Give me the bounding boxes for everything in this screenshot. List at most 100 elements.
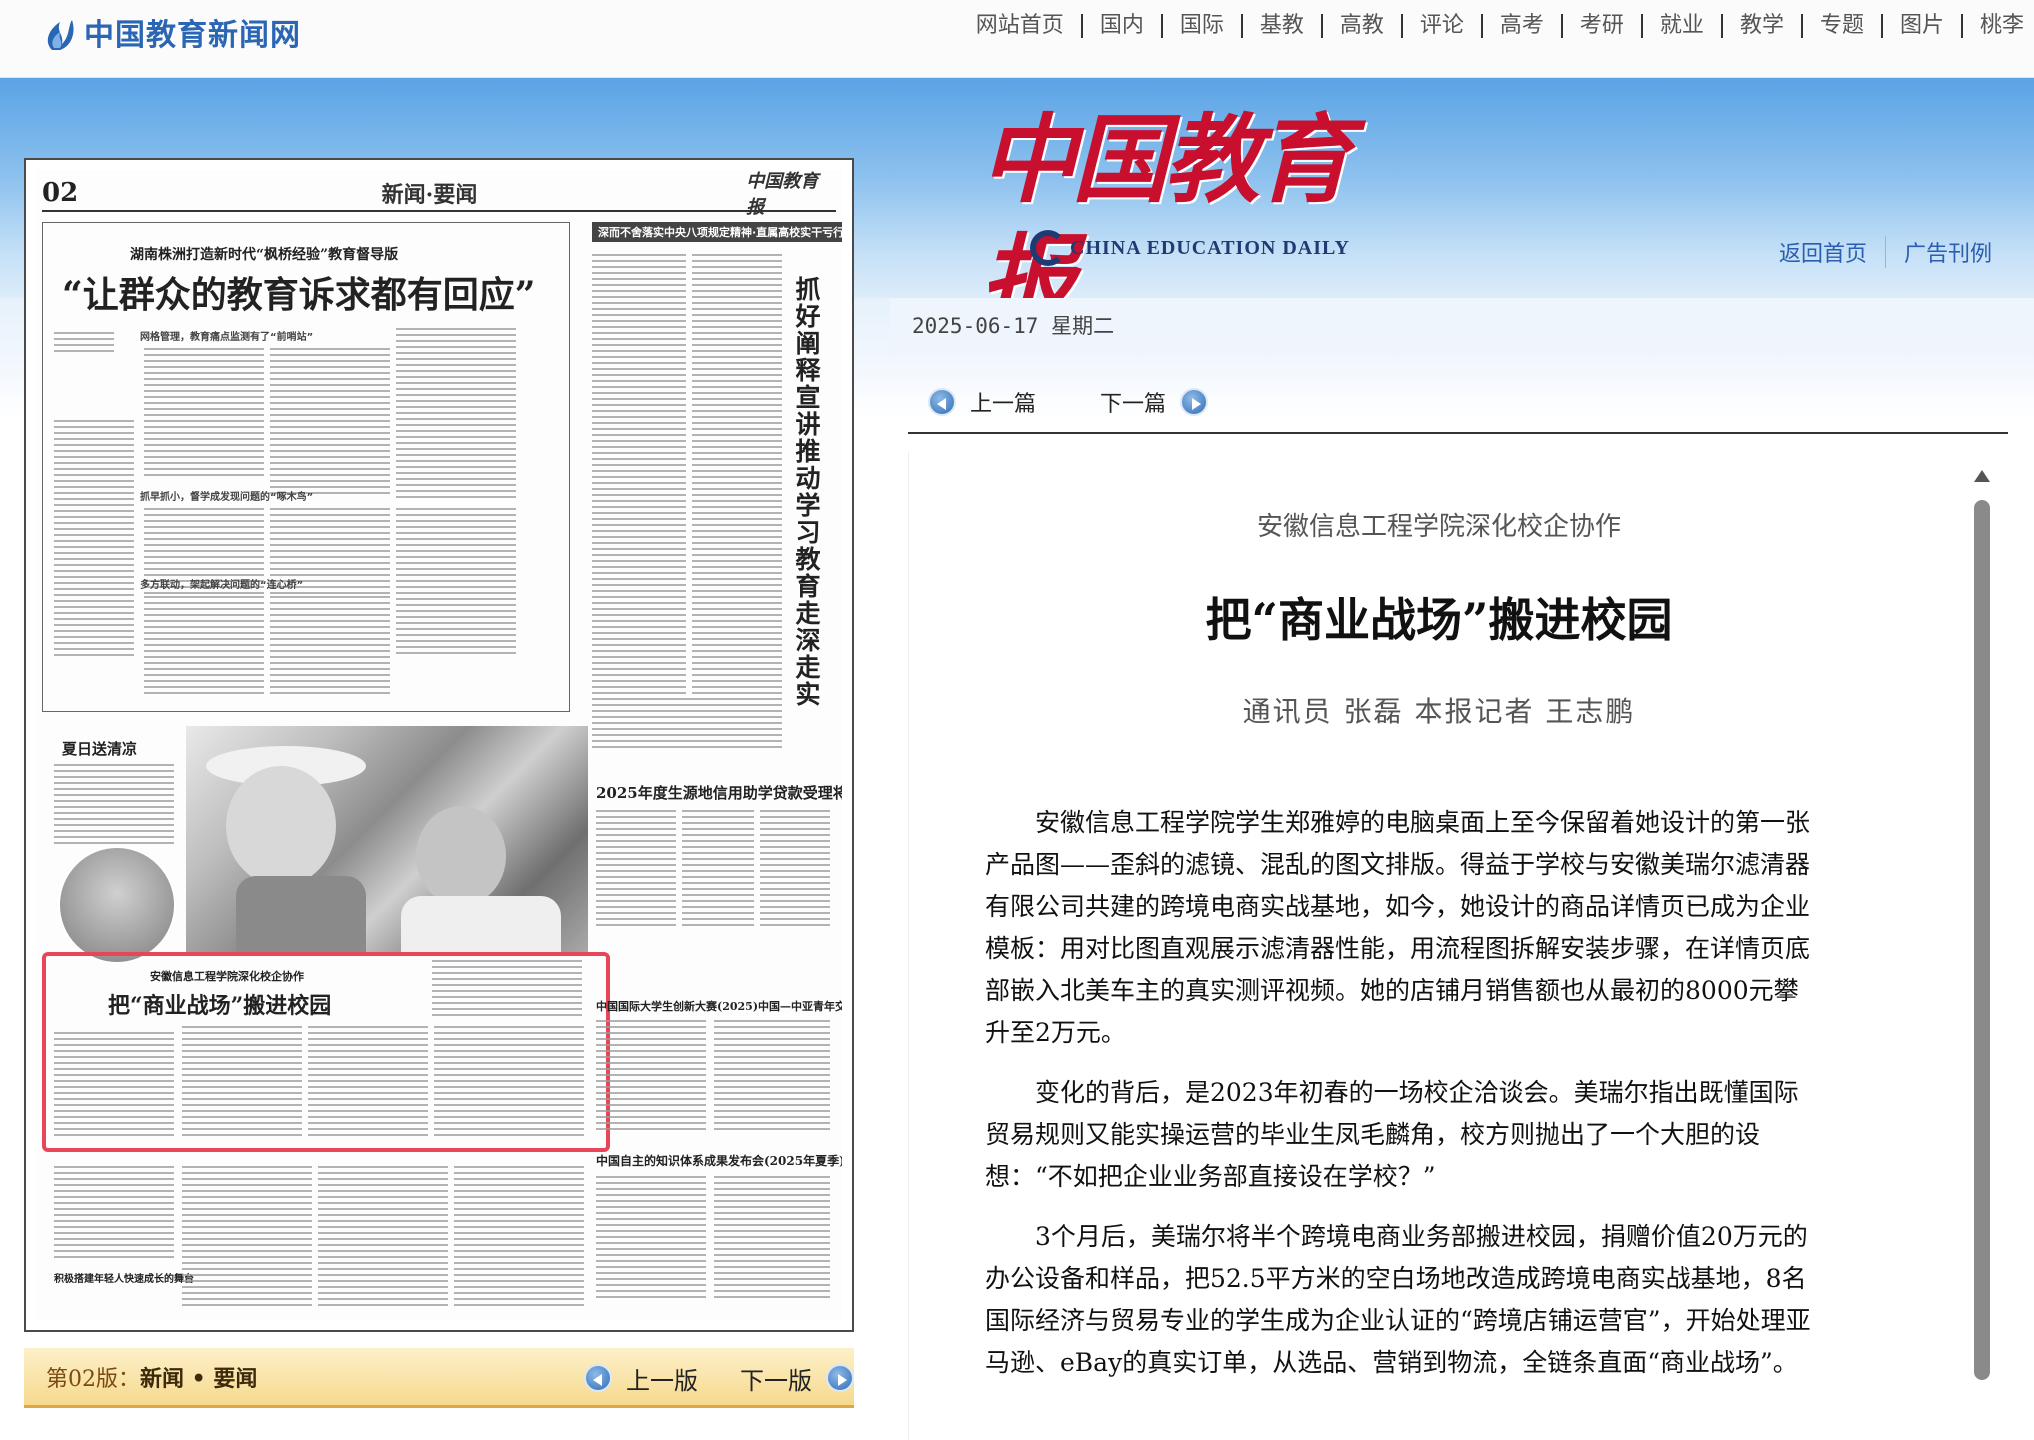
- arrow-left-icon: [584, 1364, 612, 1392]
- page-number: 02: [42, 178, 79, 208]
- story-1-col-h: [270, 596, 390, 696]
- story-2-text-c: [760, 810, 830, 930]
- page-header: 02 新闻·要闻 中国教育报: [42, 171, 836, 218]
- masthead-title-en: CHINA EDUCATION DAILY: [1030, 230, 1350, 266]
- masthead-links: 返回首页 广告刊例: [1761, 236, 1992, 268]
- highlight-story-box[interactable]: [42, 952, 610, 1152]
- vertical-headline[interactable]: 抓好阐释宣讲 推动学习教育走深走实: [788, 276, 828, 708]
- nav-item-commentary[interactable]: 评论: [1403, 14, 1483, 38]
- nav-item-basic-education[interactable]: 基教: [1243, 14, 1323, 38]
- article-subtitle: 安徽信息工程学院深化校企协作: [1256, 512, 1621, 542]
- story-2-text-b: [682, 810, 754, 930]
- arrow-left-icon: [928, 388, 956, 416]
- photo-face-2: [416, 806, 506, 906]
- story-1-subhead-2: 抓早抓小，督学成发现问题的“啄木鸟”: [140, 492, 314, 503]
- page-label: 第02版：新闻 • 要闻: [46, 1361, 257, 1393]
- right-column-text-b: [692, 254, 782, 694]
- next-article-label: 下一篇: [1100, 392, 1167, 417]
- nav-item-gaokao[interactable]: 高考: [1483, 14, 1563, 38]
- article-title: 把“商业战场”搬进校园: [1205, 593, 1673, 647]
- nav-item-international[interactable]: 国际: [1163, 14, 1243, 38]
- top-nav: 网站首页 国内 国际 基教 高教 评论 高考 考研 就业 教学 专题 图片 桃李: [959, 14, 2024, 38]
- nav-item-employment[interactable]: 就业: [1643, 14, 1723, 38]
- nav-item-kaoyan[interactable]: 考研: [1563, 14, 1643, 38]
- site-logo[interactable]: 中国教育新闻网: [42, 10, 301, 54]
- article-nav: 上一篇 下一篇: [908, 372, 2008, 434]
- bottom-text-b: [182, 1166, 312, 1306]
- nav-item-teaching[interactable]: 教学: [1723, 14, 1803, 38]
- story-1-col-left: [54, 420, 134, 660]
- story-2-title[interactable]: 2025年度生源地信用助学贷款受理将启动: [596, 782, 842, 803]
- newspaper-masthead: 中国教育报 CHINA EDUCATION DAILY: [980, 100, 1380, 336]
- story-4-text-a: [596, 1176, 706, 1302]
- article-body: 安徽信息工程学院学生郑雅婷的电脑桌面上至今保留着她设计的第一张产品图——歪斜的滤…: [985, 802, 1823, 1402]
- logo-flame-icon: [47, 20, 74, 50]
- story-3-text-a: [596, 1020, 706, 1130]
- page-nav-bar: 第02版：新闻 • 要闻 上一版 下一版: [24, 1348, 854, 1408]
- next-page-button[interactable]: 下一版: [740, 1361, 854, 1396]
- bottom-text-d: [454, 1166, 584, 1306]
- bottom-text-a: [54, 1166, 174, 1262]
- photo-caption-text: [54, 764, 174, 844]
- right-column-banner: 深而不舍落实中央八项规定精神·直属高校实干亏行: [592, 222, 842, 242]
- story-4-title[interactable]: 中国自主的知识体系成果发布会(2025年夏季)举行: [596, 1152, 842, 1169]
- story-5-title[interactable]: 积极搭建年轻人快速成长的舞台: [54, 1270, 194, 1285]
- prev-page-label: 上一版: [626, 1366, 698, 1395]
- arrow-right-icon: [826, 1364, 854, 1392]
- story-1-col-c: [396, 328, 516, 498]
- issue-date: 2025-06-17 星期二: [912, 314, 1115, 338]
- scrollbar-thumb[interactable]: [1974, 500, 1990, 1380]
- nav-item-home[interactable]: 网站首页: [959, 14, 1083, 38]
- story-3-title[interactable]: 中国国际大学生创新大赛(2025)中国—中亚青年交流营举行: [596, 998, 842, 1014]
- page-label-prefix: 第02版：: [46, 1366, 140, 1392]
- nav-item-taoli[interactable]: 桃李: [1963, 14, 2024, 38]
- article-paragraph: 变化的背后，是2023年初春的一场校企洽谈会。美瑞尔指出既懂国际贸易规则又能实操…: [985, 1078, 1799, 1191]
- prev-article-button[interactable]: 上一篇: [928, 386, 1036, 418]
- story-1-col-g: [144, 596, 264, 696]
- article-paragraph: 安徽信息工程学院学生郑雅婷的电脑桌面上至今保留着她设计的第一张产品图——歪斜的滤…: [985, 808, 1811, 1047]
- page-label-section: 新闻 • 要闻: [140, 1365, 258, 1392]
- story-1-col-b: [270, 348, 390, 498]
- next-page-label: 下一版: [740, 1366, 812, 1395]
- right-column-text-a: [592, 254, 686, 694]
- article-scrollbar[interactable]: [1970, 460, 1994, 1380]
- masthead-c-icon: [1030, 230, 1066, 266]
- page-layout: 02 新闻·要闻 中国教育报 湖南株洲打造新时代“枫桥经验”教育督导版 “让群众…: [36, 170, 842, 1320]
- arrow-right-icon: [1180, 388, 1209, 416]
- nav-item-topics[interactable]: 专题: [1803, 14, 1883, 38]
- story-1-kicker: 湖南株洲打造新时代“枫桥经验”教育督导版: [130, 247, 399, 263]
- page-pager: 上一版 下一版: [542, 1348, 854, 1408]
- article-author: 通讯员 张磊 本报记者 王志鹏: [1242, 695, 1636, 728]
- logo-text: 中国教育新闻网: [84, 18, 301, 53]
- story-1-col-a: [144, 348, 264, 478]
- next-article-button[interactable]: 下一篇: [1100, 386, 1209, 418]
- back-home-link[interactable]: 返回首页: [1761, 236, 1886, 268]
- nav-item-higher-education[interactable]: 高教: [1323, 14, 1403, 38]
- news-photo[interactable]: [186, 726, 588, 954]
- story-1-subhead-1: 网格管理，教育痛点监测有了“前哨站”: [140, 332, 314, 343]
- photo-figure-2: [401, 896, 561, 954]
- story-4-text-b: [714, 1176, 830, 1302]
- photo-inset[interactable]: [58, 846, 176, 964]
- scroll-up-icon[interactable]: [1974, 470, 1990, 482]
- masthead-en-text: CHINA EDUCATION DAILY: [1070, 236, 1350, 259]
- nav-item-photos[interactable]: 图片: [1883, 14, 1963, 38]
- story-3-text-b: [714, 1020, 830, 1130]
- prev-page-button[interactable]: 上一版: [584, 1361, 698, 1396]
- page-section: 新闻·要闻: [381, 182, 478, 208]
- right-column-text-c: [592, 698, 782, 748]
- story-1-subhead-3: 多方联动，架起解决问题的“连心桥”: [140, 580, 304, 591]
- photo-figure-1: [236, 876, 366, 954]
- story-1-title: “让群众的教育诉求都有回应”: [62, 274, 536, 316]
- newspaper-page-image: 02 新闻·要闻 中国教育报 湖南株洲打造新时代“枫桥经验”教育督导版 “让群众…: [24, 158, 854, 1332]
- ad-rates-link[interactable]: 广告刊例: [1886, 236, 1992, 268]
- story-1-col-f: [396, 508, 516, 658]
- article-paragraph: 3个月后，美瑞尔将半个跨境电商业务部搬进校园，捐赠价值20万元的办公设备和样品，…: [985, 1222, 1811, 1377]
- nav-item-domestic[interactable]: 国内: [1083, 14, 1163, 38]
- photo-face-1: [226, 766, 336, 886]
- story-1-byline: [54, 332, 114, 354]
- site-header: 中国教育新闻网 网站首页 国内 国际 基教 高教 评论 高考 考研 就业 教学 …: [0, 0, 2034, 78]
- article-panel: 安徽信息工程学院深化校企协作 把“商业战场”搬进校园 通讯员 张磊 本报记者 王…: [908, 452, 1968, 1440]
- prev-article-label: 上一篇: [970, 392, 1037, 417]
- story-2-text-a: [596, 810, 676, 930]
